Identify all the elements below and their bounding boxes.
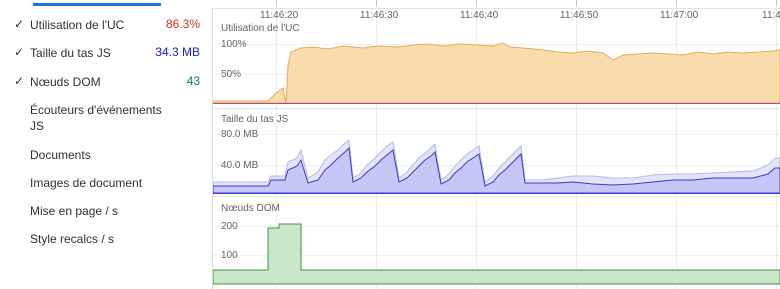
metric-value: 34.3 MB (155, 45, 200, 59)
cpu-usage-area (213, 42, 780, 105)
pane-title: Utilisation de l'UC (221, 23, 300, 34)
active-tab-indicator (33, 3, 161, 6)
timestamp: 11:46:20 (260, 10, 299, 21)
pane-title: Taille du tas JS (221, 114, 289, 125)
pane-tick: 50% (221, 69, 241, 80)
timeline-svg: 11:46:20 11:46:30 11:46:40 11:46:50 11:4… (213, 0, 780, 289)
grid-lines (276, 0, 777, 289)
check-icon: ✓ (14, 74, 25, 88)
metric-value: 43 (186, 74, 200, 88)
timeline-area[interactable]: 11:46:20 11:46:30 11:46:40 11:46:50 11:4… (213, 0, 780, 289)
metric-label: Nœuds DOM (30, 75, 101, 89)
check-icon: ✓ (14, 17, 25, 31)
metric-label: Taille du tas JS (30, 46, 111, 60)
pane-title: Nœuds DOM (221, 203, 280, 214)
check-icon: ✓ (14, 45, 25, 59)
metric-label: Utilisation de l'UC (30, 18, 125, 32)
cpu-pane: Utilisation de l'UC 100% 50% (213, 23, 780, 109)
pane-tick: 100 (221, 250, 238, 261)
metrics-sidebar: ✓ Utilisation de l'UC 86.3% ✓ Taille du … (0, 8, 213, 289)
pane-tick: 40.0 MB (221, 160, 259, 171)
metric-label: Documents (30, 148, 91, 162)
dom-nodes-area (213, 223, 780, 285)
metric-value: 86.3% (165, 17, 200, 31)
timestamp: 11:46:30 (360, 10, 399, 21)
timestamp: 11:46:50 (560, 10, 599, 21)
metric-label: Écouteurs d'événements JS (30, 103, 162, 133)
metric-label: Style recalcs / s (30, 232, 115, 246)
js-heap-pane: Taille du tas JS 80.0 MB 40.0 MB (213, 114, 780, 197)
time-ticks (276, 0, 777, 6)
metric-label: Mise en page / s (30, 204, 119, 218)
metric-label: Images de document (30, 176, 143, 190)
dom-nodes-pane: Nœuds DOM 200 100 (213, 203, 780, 285)
pane-tick: 80.0 MB (221, 129, 259, 140)
timestamp: 11:47:00 (660, 10, 699, 21)
timestamp: 11:4 (762, 10, 780, 21)
pane-tick: 100% (221, 39, 247, 50)
timestamp: 11:46:40 (460, 10, 499, 21)
pane-tick: 200 (221, 221, 238, 232)
